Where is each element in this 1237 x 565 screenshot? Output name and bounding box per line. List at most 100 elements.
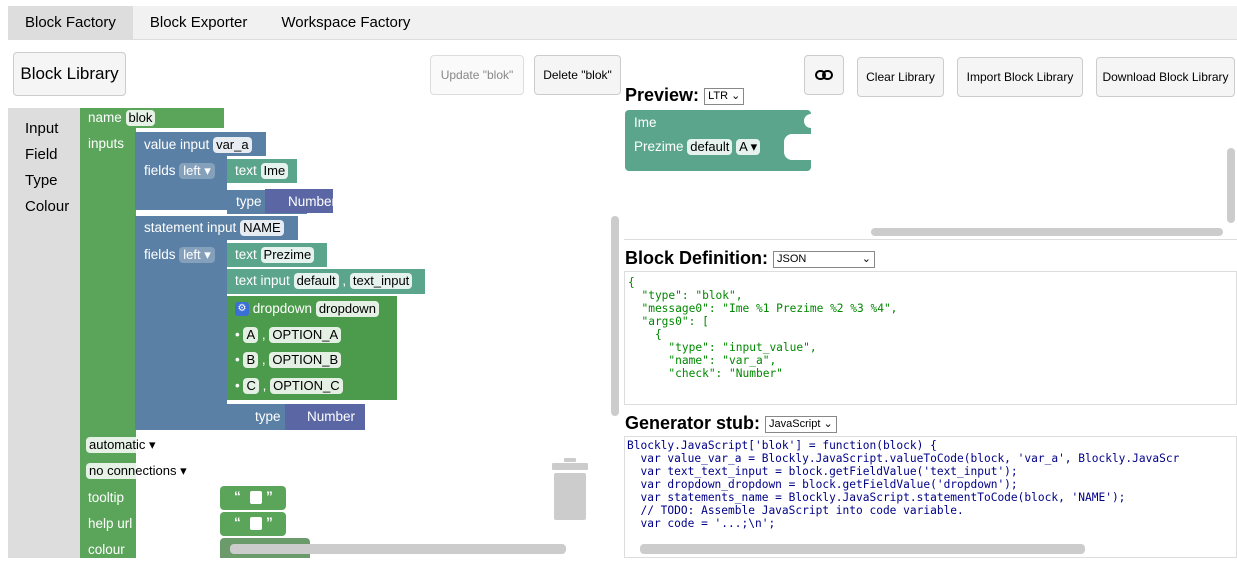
statement-input-body [135,240,227,430]
fields-label-2: fields [144,247,176,262]
string-field[interactable] [250,517,262,530]
update-block-button[interactable]: Update "blok" [430,55,524,95]
colour-label: colour [88,542,125,557]
trashcan-icon[interactable] [550,458,590,520]
tab-block-exporter[interactable]: Block Exporter [133,6,265,40]
preview-section: Preview: LTR ⌄ [625,85,745,106]
link-icon [815,70,833,80]
workspace-horizontal-scrollbar[interactable] [230,544,566,554]
download-library-button[interactable]: Download Block Library [1096,57,1235,97]
text-input-label: text input [235,273,290,288]
align-dropdown[interactable]: left ▾ [179,163,215,179]
dropdown-row: ⚙ dropdown dropdown [235,300,379,318]
preview-line-2-row: Prezime default A ▾ [634,138,761,156]
toolbox-category-field[interactable]: Field [25,142,80,168]
text-input-comma: , [342,273,347,288]
value-input-socket [784,134,812,160]
toolbox: Input Field Type Colour [8,108,80,558]
value-input-name-field[interactable]: var_a [213,137,252,153]
name-row: name blok [88,109,156,127]
text-input-name-field[interactable]: text_input [349,273,413,289]
toolbox-category-colour[interactable]: Colour [25,194,80,220]
value-input-label: value input [144,137,210,152]
block-definition-title: Block Definition: [625,248,768,268]
tab-bar: Block Factory Block Exporter Workspace F… [8,6,1237,40]
quote-open: “ [234,489,241,504]
quote-close: ” [266,489,273,504]
option-value-field[interactable]: OPTION_B [269,352,342,368]
preview-line-1: Ime [634,115,657,130]
inputs-mode-row: automatic ▾ inputs [86,436,198,454]
generator-code[interactable]: Blockly.JavaScript['blok'] = function(bl… [624,436,1237,558]
inputs-label: inputs [88,136,125,151]
type-label-2: type [255,409,281,424]
type-label: type [236,194,262,209]
tab-block-factory[interactable]: Block Factory [8,6,133,40]
connections-row: no connections ▾ [86,462,190,480]
dropdown-name-field[interactable]: dropdown [315,301,379,317]
text-field-row: text Ime [235,162,289,180]
generator-horizontal-scrollbar[interactable] [640,544,1085,554]
string-field[interactable] [250,491,262,504]
toolbox-category-input[interactable]: Input [25,116,80,142]
block-name-field[interactable]: blok [125,110,156,126]
clear-library-button[interactable]: Clear Library [857,57,944,97]
block-definition-section: Block Definition: JSON ⌄ [625,248,876,269]
tooltip-label: tooltip [88,490,125,505]
preview-dropdown[interactable]: A ▾ [736,139,761,155]
type-number-label-2: Number [307,409,356,424]
option-label-field[interactable]: B [243,352,259,368]
tab-workspace-factory[interactable]: Workspace Factory [264,6,427,40]
preview-workspace[interactable]: Ime Prezime default A ▾ [624,106,1237,240]
statement-input-row: statement input NAME [144,219,284,237]
workspace-vertical-scrollbar[interactable] [611,216,619,416]
tooltip-string-block[interactable]: “ ” [220,486,286,510]
preview-horizontal-scrollbar[interactable] [871,228,1223,236]
toolbox-category-type[interactable]: Type [25,168,80,194]
preview-title: Preview: [625,85,700,105]
generator-title: Generator stub: [625,413,761,433]
text-label: text [235,163,257,178]
statement-input-name-field[interactable]: NAME [240,220,284,236]
delete-block-button[interactable]: Delete "blok" [534,55,621,95]
generator-section: Generator stub: JavaScript ⌄ [625,413,837,434]
statement-notch [804,114,812,128]
factory-workspace[interactable]: name blok inputs value input var_a field… [80,108,621,558]
format-select[interactable]: JSON ⌄ [773,250,876,268]
statement-input-label: statement input [144,220,237,235]
fields-label: fields [144,163,176,178]
statement-fields-row: fields left ▾ [144,246,215,264]
text-label-2: text [235,247,257,262]
option-value-field[interactable]: OPTION_A [269,327,342,343]
option-row-a: • A , OPTION_A [235,326,342,344]
block-definition-code[interactable]: { "type": "blok", "message0": "Ime %1 Pr… [624,271,1237,405]
language-select[interactable]: JavaScript ⌄ [765,415,837,433]
text-input-default-field[interactable]: default [293,273,339,289]
quote-open: “ [234,515,241,530]
align-dropdown-2[interactable]: left ▾ [179,247,215,263]
block-library-button[interactable]: Block Library [13,52,126,96]
dropdown-label: dropdown [252,301,313,316]
help-url-label: help url [88,516,133,531]
option-label-field[interactable]: C [243,378,259,394]
help-url-string-block[interactable]: “ ” [220,512,286,536]
option-value-field[interactable]: OPTION_C [270,378,343,394]
connections-dropdown[interactable]: no connections ▾ [86,463,190,479]
value-input-row: value input var_a [144,136,252,154]
text-input-row: text input default , text_input [235,272,413,290]
direction-select[interactable]: LTR ⌄ [704,87,745,105]
quote-close: ” [266,515,273,530]
import-library-button[interactable]: Import Block Library [957,57,1083,97]
preview-vertical-scrollbar[interactable] [1227,148,1235,223]
inputs-suffix-label: inputs [162,437,199,452]
preview-default-field[interactable]: default [687,139,733,155]
option-row-c: • C , OPTION_C [235,377,343,395]
automatic-dropdown[interactable]: automatic ▾ [86,437,159,453]
option-label-field[interactable]: A [243,327,259,343]
type-number-label: Number [288,194,337,209]
text-value-field-2[interactable]: Prezime [260,247,315,263]
text-field-row-2: text Prezime [235,246,315,264]
gear-icon[interactable]: ⚙ [235,302,249,317]
text-value-field[interactable]: Ime [260,163,289,179]
link-button[interactable] [804,55,844,95]
